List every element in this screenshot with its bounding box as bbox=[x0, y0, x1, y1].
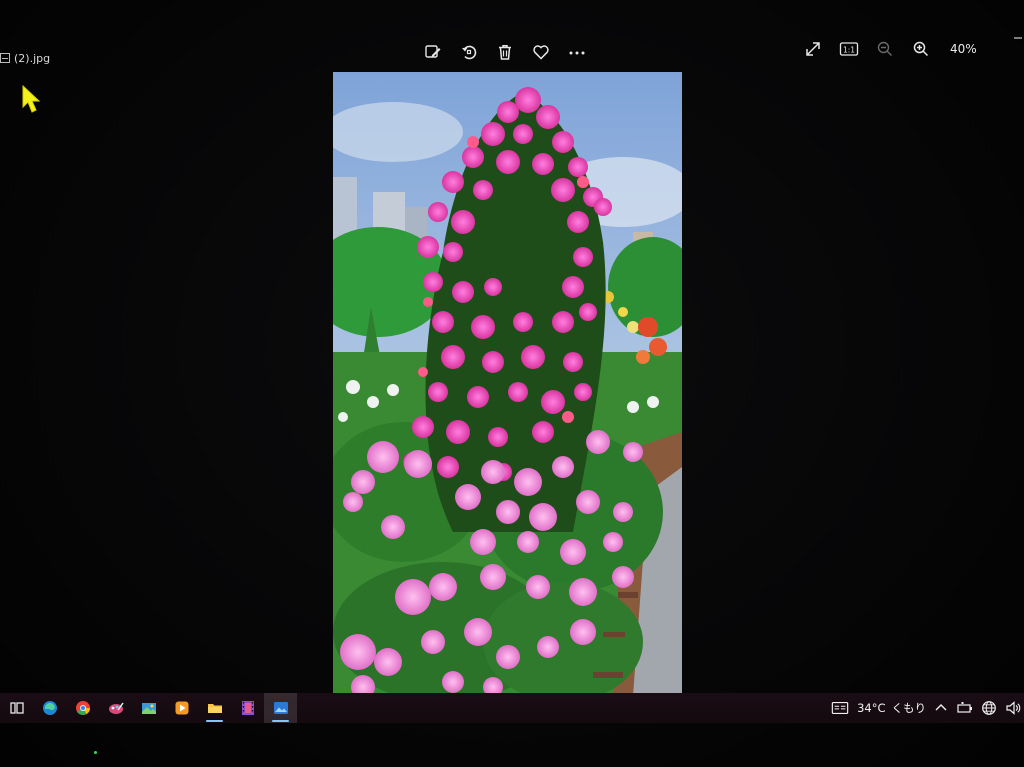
zoom-in-button[interactable] bbox=[908, 37, 934, 61]
taskbar-video-editor[interactable] bbox=[231, 693, 264, 723]
weather-condition[interactable]: くもり bbox=[892, 700, 927, 716]
fullscreen-button[interactable] bbox=[800, 37, 826, 61]
chrome-icon bbox=[75, 701, 90, 715]
heart-icon bbox=[533, 45, 549, 60]
window-title: (2).jpg bbox=[0, 50, 50, 66]
zoom-level[interactable]: 40% bbox=[950, 42, 977, 56]
taskbar-task-view[interactable] bbox=[0, 693, 33, 723]
taskbar-media-player[interactable] bbox=[165, 693, 198, 723]
desktop-screen: (2).jpg 1:1 40% 34°C くもり bbox=[0, 0, 1024, 767]
zoom-out-button[interactable] bbox=[872, 37, 898, 61]
weather-icon bbox=[831, 702, 849, 714]
paint-icon bbox=[108, 702, 124, 714]
taskbar-edge[interactable] bbox=[33, 693, 66, 723]
taskbar: 34°C くもり bbox=[0, 693, 1024, 723]
volume-control[interactable] bbox=[1004, 699, 1022, 717]
displayed-photo[interactable] bbox=[333, 72, 682, 696]
more-options-button[interactable] bbox=[564, 40, 590, 64]
favorite-button[interactable] bbox=[528, 40, 554, 64]
actual-size-button[interactable]: 1:1 bbox=[836, 37, 862, 61]
rose-garden-image bbox=[333, 72, 682, 696]
rotate-button[interactable] bbox=[456, 40, 482, 64]
zoom-out-icon bbox=[877, 41, 892, 56]
trash-icon bbox=[499, 45, 511, 60]
delete-button[interactable] bbox=[492, 40, 518, 64]
weather-temperature[interactable]: 34°C bbox=[857, 701, 885, 715]
edit-image-icon bbox=[425, 45, 441, 58]
rotate-icon bbox=[462, 45, 477, 60]
more-icon bbox=[569, 51, 585, 55]
edit-image-button[interactable] bbox=[420, 40, 446, 64]
network-icon bbox=[982, 701, 996, 715]
media-player-icon bbox=[175, 701, 188, 715]
folder-icon bbox=[207, 704, 222, 713]
gallery-icon bbox=[141, 703, 156, 714]
window-edge-icon bbox=[1014, 37, 1022, 39]
task-view-icon bbox=[9, 702, 24, 714]
file-name: (2).jpg bbox=[14, 51, 51, 65]
expand-icon bbox=[806, 42, 820, 56]
taskbar-chrome[interactable] bbox=[66, 693, 99, 723]
zoom-in-icon bbox=[913, 41, 929, 57]
film-icon bbox=[241, 701, 254, 715]
show-hidden-icons-button[interactable] bbox=[932, 699, 950, 717]
photos-icon bbox=[273, 702, 288, 714]
mouse-cursor-icon bbox=[22, 85, 41, 113]
taskbar-paint[interactable] bbox=[99, 693, 132, 723]
edge-icon bbox=[42, 701, 57, 715]
taskbar-photos[interactable] bbox=[264, 693, 297, 723]
actual-size-icon: 1:1 bbox=[839, 42, 859, 56]
chevron-up-icon bbox=[935, 704, 947, 711]
image-file-icon bbox=[0, 53, 10, 63]
network-status[interactable] bbox=[980, 699, 998, 717]
speaker-icon bbox=[1006, 701, 1021, 715]
taskbar-file-explorer[interactable] bbox=[198, 693, 231, 723]
battery-status[interactable] bbox=[956, 699, 974, 717]
actual-size-label: 1:1 bbox=[843, 46, 855, 55]
taskbar-apps bbox=[0, 693, 297, 723]
weather-widget[interactable] bbox=[831, 699, 849, 717]
status-led bbox=[94, 751, 97, 754]
battery-icon bbox=[957, 702, 972, 713]
image-toolbar bbox=[420, 40, 590, 64]
taskbar-photo-gallery[interactable] bbox=[132, 693, 165, 723]
system-tray: 34°C くもり bbox=[831, 693, 1024, 723]
view-toolbar: 1:1 40% bbox=[800, 37, 977, 61]
